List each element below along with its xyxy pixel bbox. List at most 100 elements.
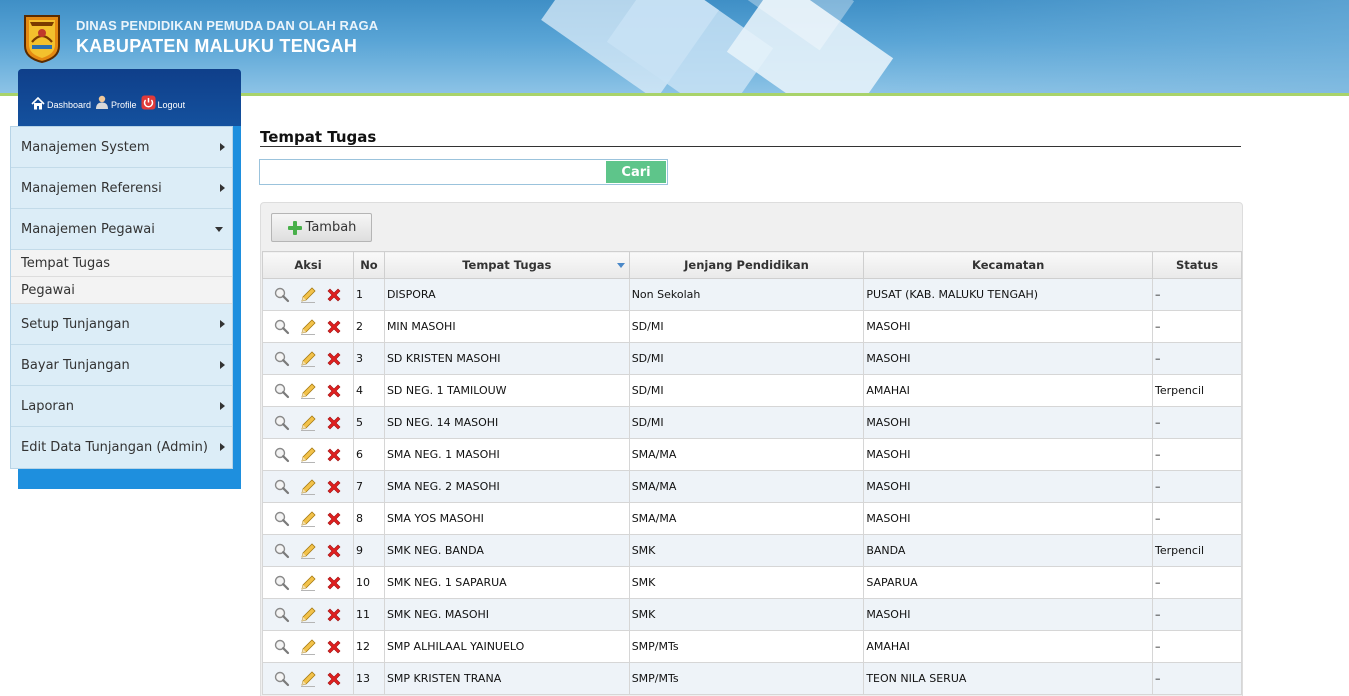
view-magnifier-icon[interactable] [273, 510, 291, 528]
table-row: 11 SMK NEG. MASOHI SMK MASOHI – [262, 598, 1242, 631]
delete-x-icon[interactable] [325, 446, 343, 464]
cell-no: 11 [352, 598, 385, 631]
action-cell [262, 310, 354, 343]
sidebar-subitem-label: Tempat Tugas [21, 255, 111, 271]
cell-jenjang: SMA/MA [628, 470, 865, 503]
cell-tempat-tugas: DISPORA [383, 278, 630, 311]
add-button[interactable]: Tambah [271, 213, 372, 242]
edit-pencil-icon[interactable] [299, 318, 317, 336]
sidebar-subitem-pegawai[interactable]: Pegawai [11, 277, 232, 304]
edit-pencil-icon[interactable] [299, 350, 317, 368]
logout-link[interactable]: Logout [141, 95, 185, 110]
edit-pencil-icon[interactable] [299, 670, 317, 688]
power-icon [141, 95, 156, 110]
cell-status: – [1152, 470, 1242, 503]
sidebar-item-manajemen-pegawai[interactable]: Manajemen Pegawai [11, 209, 232, 250]
cell-status: Terpencil [1152, 374, 1242, 407]
edit-pencil-icon[interactable] [299, 638, 317, 656]
cell-jenjang: SD/MI [628, 310, 865, 343]
edit-pencil-icon[interactable] [299, 286, 317, 304]
table-row: 3 SD KRISTEN MASOHI SD/MI MASOHI – [262, 342, 1242, 375]
edit-pencil-icon[interactable] [299, 574, 317, 592]
org-name-line2: KABUPATEN MALUKU TENGAH [76, 36, 358, 56]
view-magnifier-icon[interactable] [273, 414, 291, 432]
delete-x-icon[interactable] [325, 638, 343, 656]
title-divider [260, 146, 1241, 147]
user-icon [96, 95, 109, 109]
table-row: 6 SMA NEG. 1 MASOHI SMA/MA MASOHI – [262, 438, 1242, 471]
cell-kecamatan: BANDA [863, 534, 1154, 567]
cell-kecamatan: MASOHI [863, 342, 1154, 375]
edit-pencil-icon[interactable] [299, 382, 317, 400]
edit-pencil-icon[interactable] [299, 478, 317, 496]
view-magnifier-icon[interactable] [273, 350, 291, 368]
delete-x-icon[interactable] [325, 350, 343, 368]
column-header-jenjang: Jenjang Pendidikan [628, 251, 865, 279]
delete-x-icon[interactable] [325, 318, 343, 336]
sidebar-item-label: Edit Data Tunjangan (Admin) [21, 440, 208, 455]
view-magnifier-icon[interactable] [273, 286, 291, 304]
view-magnifier-icon[interactable] [273, 606, 291, 624]
cell-status: – [1152, 630, 1242, 663]
delete-x-icon[interactable] [325, 382, 343, 400]
column-header-tempat-tugas[interactable]: Tempat Tugas [383, 251, 630, 279]
delete-x-icon[interactable] [325, 414, 343, 432]
delete-x-icon[interactable] [325, 478, 343, 496]
delete-x-icon[interactable] [325, 574, 343, 592]
profile-link[interactable]: Profile [95, 95, 137, 110]
cell-kecamatan: TEON NILA SERUA [863, 662, 1154, 695]
delete-x-icon[interactable] [325, 510, 343, 528]
delete-x-icon[interactable] [325, 606, 343, 624]
edit-pencil-icon[interactable] [299, 510, 317, 528]
sidebar-subitem-tempat-tugas[interactable]: Tempat Tugas [11, 250, 232, 277]
sidebar-item-setup-tunjangan[interactable]: Setup Tunjangan [11, 304, 232, 345]
view-magnifier-icon[interactable] [273, 318, 291, 336]
view-magnifier-icon[interactable] [273, 382, 291, 400]
sidebar-item-bayar-tunjangan[interactable]: Bayar Tunjangan [11, 345, 232, 386]
sidebar-item-manajemen-referensi[interactable]: Manajemen Referensi [11, 168, 232, 209]
cell-no: 12 [352, 630, 385, 663]
home-icon [31, 97, 45, 110]
cell-jenjang: SD/MI [628, 342, 865, 375]
user-links: Dashboard Profile Logout [31, 95, 185, 110]
view-magnifier-icon[interactable] [273, 574, 291, 592]
cell-jenjang: SD/MI [628, 374, 865, 407]
dashboard-link[interactable]: Dashboard [31, 97, 91, 110]
view-magnifier-icon[interactable] [273, 542, 291, 560]
edit-pencil-icon[interactable] [299, 414, 317, 432]
action-cell [262, 566, 354, 599]
delete-x-icon[interactable] [325, 670, 343, 688]
edit-pencil-icon[interactable] [299, 446, 317, 464]
action-cell [262, 630, 354, 663]
sidebar-item-manajemen-system[interactable]: Manajemen System [11, 127, 232, 168]
edit-pencil-icon[interactable] [299, 542, 317, 560]
cell-kecamatan: MASOHI [863, 406, 1154, 439]
view-magnifier-icon[interactable] [273, 638, 291, 656]
view-magnifier-icon[interactable] [273, 478, 291, 496]
table-body: 1 DISPORA Non Sekolah PUSAT (KAB. MALUKU… [262, 278, 1242, 695]
view-magnifier-icon[interactable] [273, 446, 291, 464]
table-row: 7 SMA NEG. 2 MASOHI SMA/MA MASOHI – [262, 470, 1242, 503]
view-magnifier-icon[interactable] [273, 670, 291, 688]
cell-status: – [1152, 502, 1242, 535]
sidebar-item-edit-data-tunjangan[interactable]: Edit Data Tunjangan (Admin) [11, 427, 232, 468]
chevron-down-icon [215, 227, 223, 232]
delete-x-icon[interactable] [325, 286, 343, 304]
edit-pencil-icon[interactable] [299, 606, 317, 624]
sidebar-item-label: Manajemen System [21, 139, 150, 155]
table-header-row: Aksi No Tempat Tugas Jenjang Pendidikan … [262, 251, 1242, 279]
cell-tempat-tugas: MIN MASOHI [383, 310, 630, 343]
cell-jenjang: SMK [628, 598, 865, 631]
table-row: 8 SMA YOS MASOHI SMA/MA MASOHI – [262, 502, 1242, 535]
cell-no: 1 [352, 278, 385, 311]
cell-no: 5 [352, 406, 385, 439]
search-button[interactable]: Cari [606, 161, 666, 183]
cell-jenjang: SD/MI [628, 406, 865, 439]
cell-kecamatan: MASOHI [863, 438, 1154, 471]
action-cell [262, 598, 354, 631]
sidebar-item-laporan[interactable]: Laporan [11, 386, 232, 427]
delete-x-icon[interactable] [325, 542, 343, 560]
cell-tempat-tugas: SMK NEG. BANDA [383, 534, 630, 567]
search-input[interactable] [260, 160, 606, 184]
cell-jenjang: SMK [628, 534, 865, 567]
